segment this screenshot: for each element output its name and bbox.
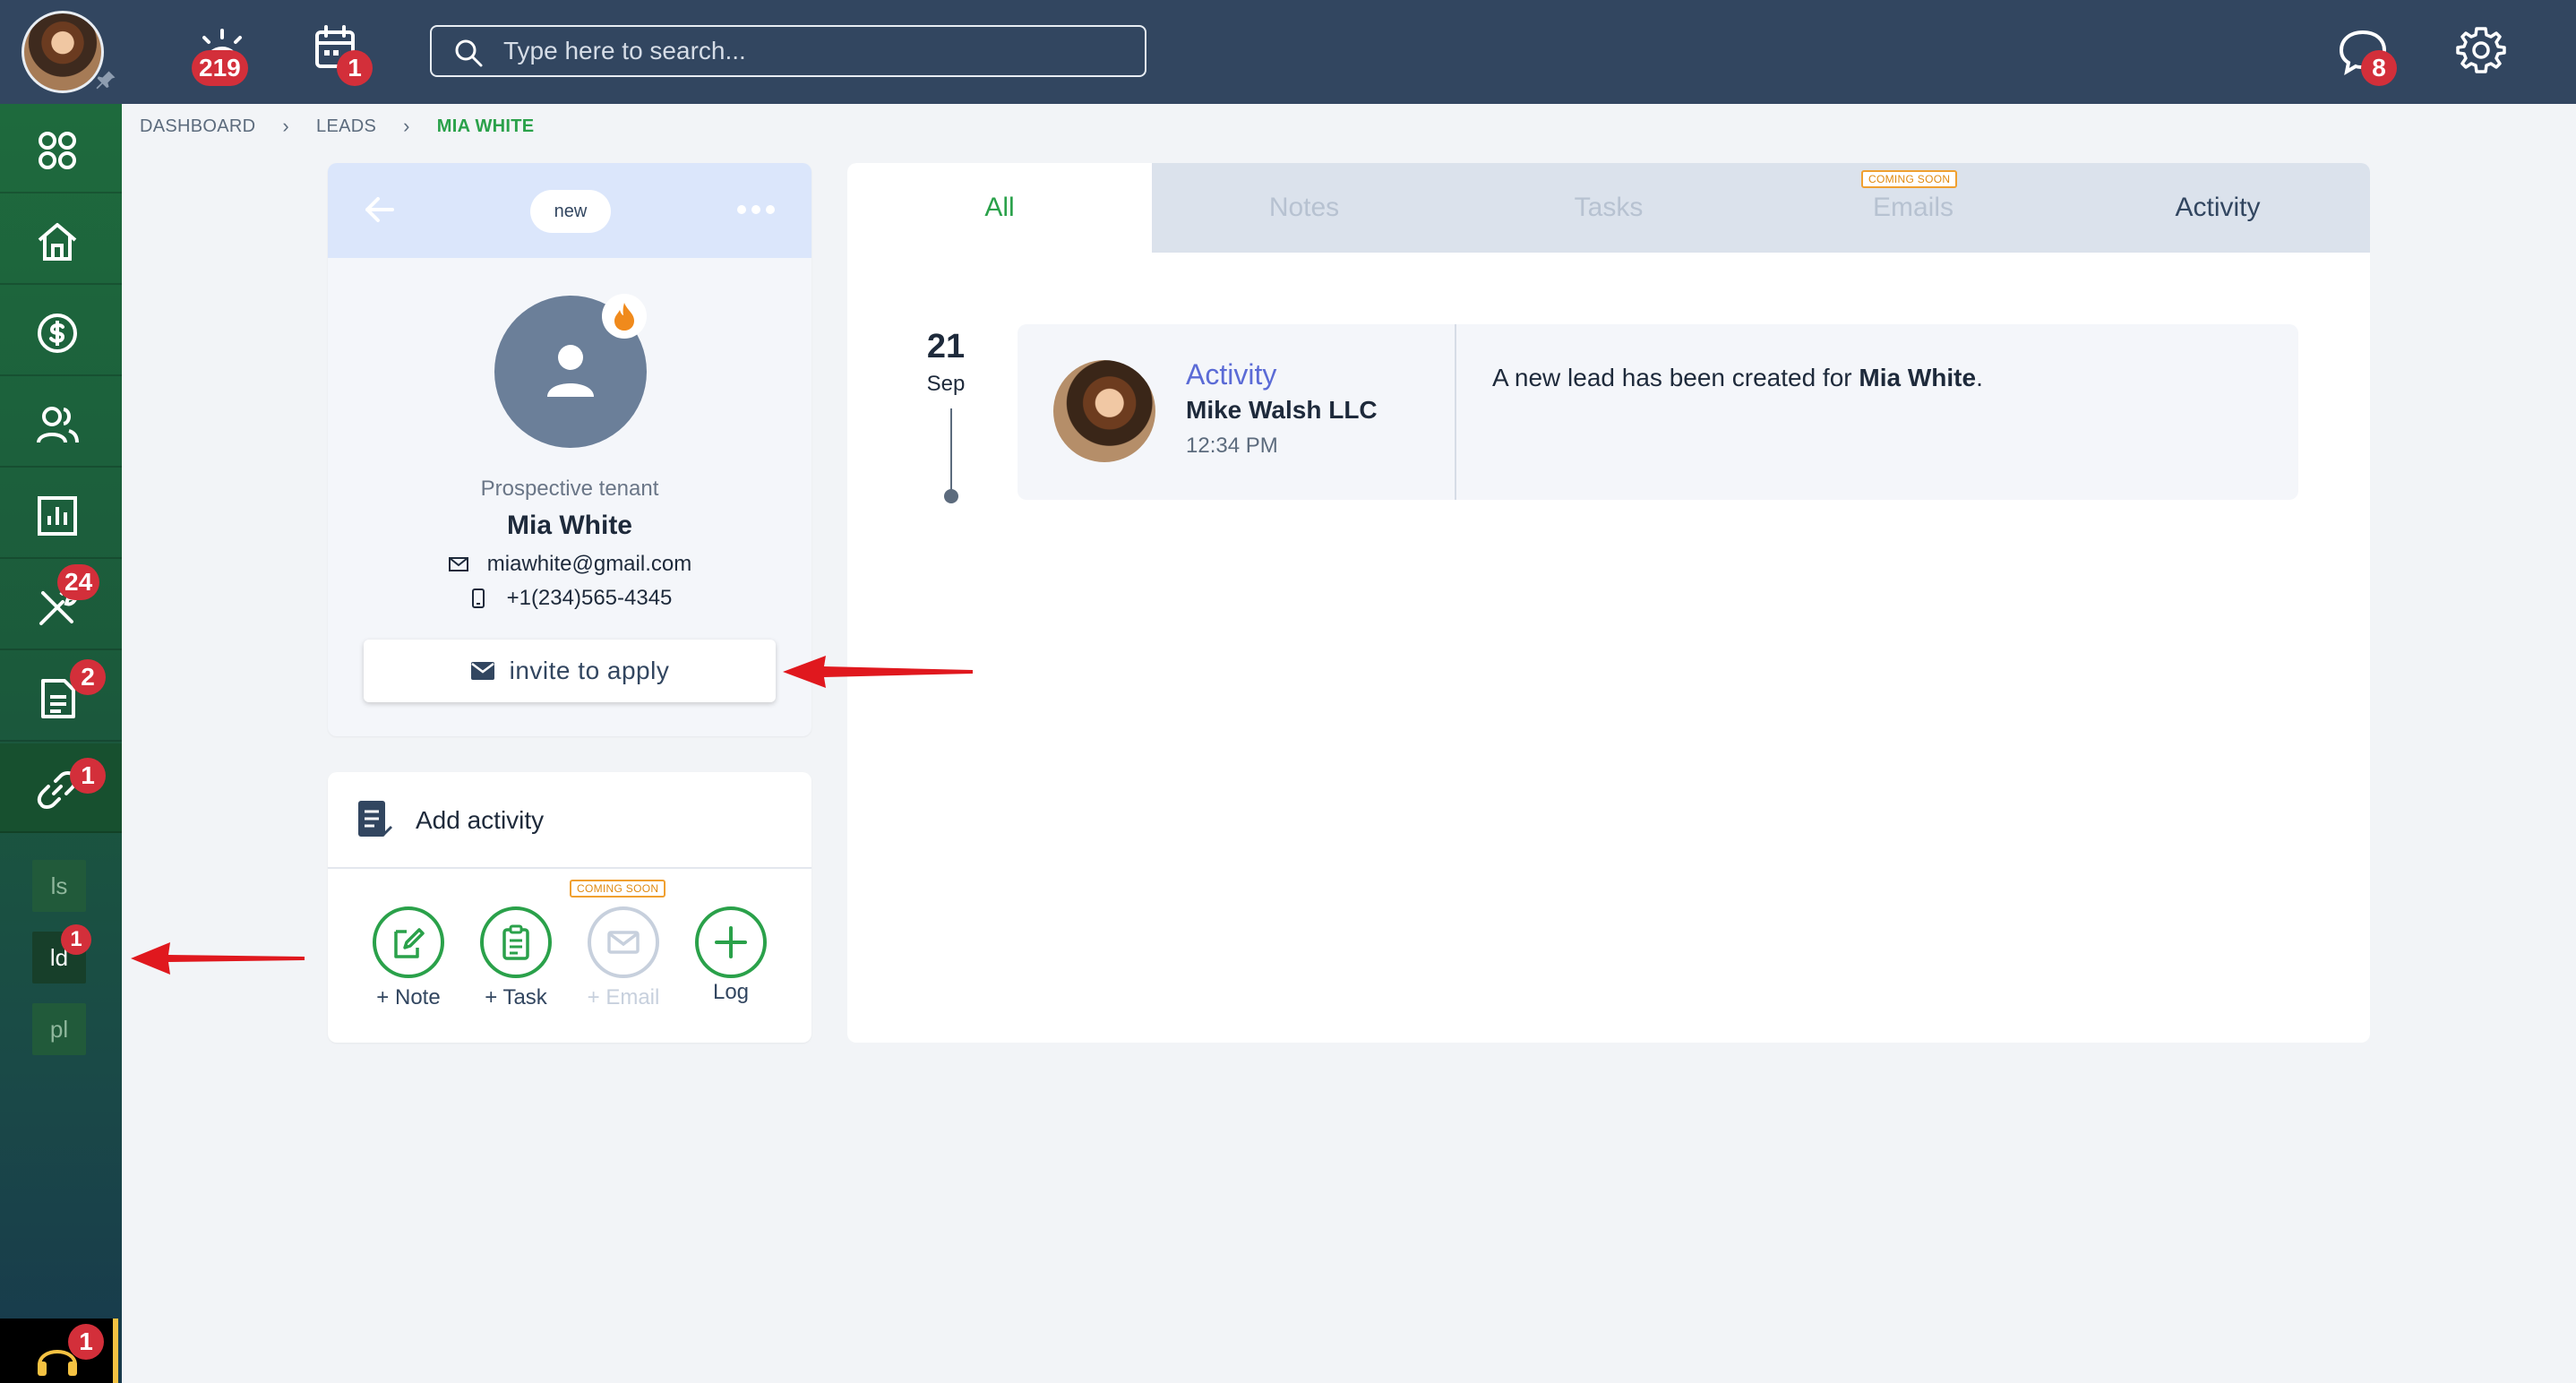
notepad-icon <box>358 801 392 837</box>
invite-to-apply-button[interactable]: invite to apply <box>364 640 776 702</box>
annotation-arrow-leads <box>131 942 305 975</box>
tab-notes: Notes <box>1268 193 1340 222</box>
lead-name: Mia White <box>507 511 632 540</box>
top-bar: 219 1 8 <box>0 0 2576 104</box>
annotation-arrow-invite <box>783 656 973 688</box>
gear-icon[interactable] <box>2454 23 2508 77</box>
sidebar-item-documents[interactable]: 2 <box>0 652 122 742</box>
user-avatar[interactable] <box>21 11 104 93</box>
timeline-tabs: All Notes Tasks Emails Activity <box>847 163 2370 253</box>
timeline-line <box>950 408 952 496</box>
timeline-day: 21 <box>926 328 966 365</box>
more-options-icon[interactable] <box>734 202 777 217</box>
entry-text-name: Mia White <box>1859 364 1977 391</box>
chevron-right-icon: › <box>403 115 410 137</box>
support-button[interactable]: 1 <box>0 1319 118 1383</box>
add-note-label: + Note <box>376 985 441 1009</box>
plus-icon <box>715 926 747 958</box>
add-activity-card: Add activity + Note + Task COMING SOON +… <box>328 772 811 1043</box>
lead-email[interactable]: miawhite@gmail.com <box>487 552 691 577</box>
messages-badge: 8 <box>2361 50 2397 86</box>
tab-tasks: Tasks <box>1574 193 1644 222</box>
emails-coming-soon-tag: COMING SOON <box>1861 170 1958 188</box>
lead-role: Prospective tenant <box>480 477 659 501</box>
breadcrumb-leads[interactable]: LEADS <box>316 116 376 137</box>
chart-icon <box>38 496 77 536</box>
hot-lead-badge <box>602 294 647 339</box>
mail-icon <box>607 931 640 954</box>
chevron-right-icon: › <box>282 115 290 137</box>
note-icon <box>394 928 425 958</box>
clipboard-icon <box>502 924 529 960</box>
breadcrumb-current: MIA WHITE <box>436 116 535 136</box>
tab-activity[interactable]: Activity <box>2065 163 2370 253</box>
sidebar-item-maintenance[interactable]: 24 <box>0 561 122 650</box>
sidebar-item-reports[interactable] <box>0 469 122 559</box>
sidebar: 24 2 1 ls ld 1 pl <box>0 104 122 1383</box>
maintenance-badge: 24 <box>57 564 100 600</box>
envelope-icon <box>470 662 494 680</box>
entry-type: Activity <box>1186 358 1277 391</box>
lead-email-row: miawhite@gmail.com <box>328 552 811 577</box>
entry-divider <box>1455 324 1456 500</box>
log-button[interactable] <box>695 906 767 978</box>
support-badge: 1 <box>68 1324 104 1360</box>
lead-card-header: new <box>328 163 811 258</box>
dollar-icon <box>38 314 77 353</box>
timeline-dot <box>944 489 958 503</box>
invite-to-apply-label: invite to apply <box>509 657 670 684</box>
fire-icon <box>614 303 634 331</box>
phone-icon <box>471 588 485 608</box>
add-activity-header: Add activity <box>328 772 811 869</box>
add-note-button[interactable] <box>373 906 444 978</box>
breadcrumb-dashboard[interactable]: DASHBOARD <box>140 116 255 137</box>
user-icon <box>547 345 594 397</box>
entry-time: 12:34 PM <box>1186 434 1278 458</box>
mail-icon <box>448 557 468 571</box>
people-icon <box>37 407 79 443</box>
lead-phone[interactable]: +1(234)565-4345 <box>507 586 673 611</box>
timeline-month: Sep <box>926 372 966 396</box>
pin-icon <box>96 71 116 90</box>
log-label: Log <box>712 980 750 1004</box>
search-box <box>430 25 1146 77</box>
sub-item-ls[interactable]: ls <box>32 860 86 912</box>
lead-card: new Prospective tenant Mia White miawhit… <box>328 163 811 736</box>
add-activity-title: Add activity <box>416 806 545 834</box>
entry-avatar <box>1053 360 1155 462</box>
documents-badge: 2 <box>70 659 106 695</box>
timeline-entry: Activity Mike Walsh LLC 12:34 PM A new l… <box>1018 324 2298 500</box>
calendar-badge: 1 <box>337 50 373 86</box>
home-icon <box>38 223 77 261</box>
coming-soon-tag: COMING SOON <box>570 880 666 898</box>
sub-item-pl[interactable]: pl <box>32 1003 86 1055</box>
timeline-panel: All Notes Tasks Emails Activity COMING S… <box>847 163 2370 1043</box>
add-email-button <box>588 906 659 978</box>
entry-company: Mike Walsh LLC <box>1186 396 1378 424</box>
breadcrumb: DASHBOARD › LEADS › MIA WHITE <box>140 113 534 140</box>
tab-all[interactable]: All <box>847 163 1152 253</box>
timeline-date: 21 Sep <box>919 328 973 397</box>
sidebar-item-links[interactable]: 1 <box>0 743 122 833</box>
add-email-label: + Email <box>587 985 660 1009</box>
search-input[interactable] <box>503 27 1130 75</box>
sidebar-item-payments[interactable] <box>0 287 122 376</box>
sidebar-item-home[interactable] <box>0 195 122 285</box>
search-icon <box>455 39 483 67</box>
entry-text-suffix: . <box>1976 364 1983 391</box>
entry-text: A new lead has been created for Mia Whit… <box>1492 364 1983 392</box>
sidebar-item-apps[interactable] <box>0 104 122 193</box>
links-badge: 1 <box>70 758 106 794</box>
back-arrow-icon[interactable] <box>364 193 396 226</box>
lead-phone-row: +1(234)565-4345 <box>328 586 811 611</box>
status-badge: new <box>530 190 611 233</box>
notifications-badge: 219 <box>192 50 248 86</box>
add-task-button[interactable] <box>480 906 552 978</box>
sidebar-item-people[interactable] <box>0 378 122 468</box>
grid-icon <box>39 132 76 169</box>
tab-emails-label: Emails <box>1872 193 1953 222</box>
ld-badge: 1 <box>61 924 91 955</box>
entry-text-prefix: A new lead has been created for <box>1492 364 1859 391</box>
add-task-label: + Task <box>485 985 547 1009</box>
